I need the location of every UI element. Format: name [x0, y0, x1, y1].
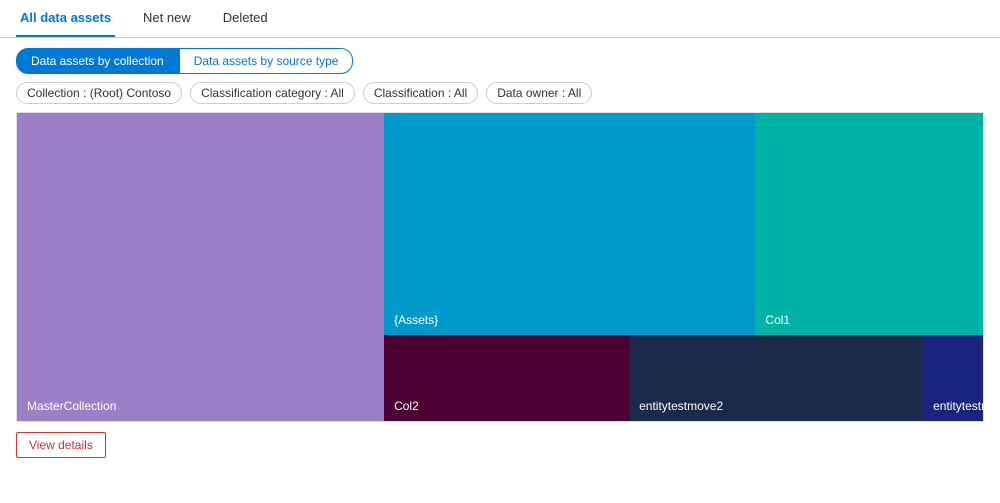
top-tab-bar: All data assets Net new Deleted: [0, 0, 1000, 38]
filter-chip-data-owner[interactable]: Data owner : All: [486, 82, 592, 104]
treemap-right-section: {Assets} Col1 Col2 entitytestmove2 entit…: [384, 113, 983, 421]
treemap-bottom-right: Col2 entitytestmove2 entitytestmov...: [384, 335, 983, 421]
toggle-by-source-type[interactable]: Data assets by source type: [179, 48, 354, 74]
view-toggle: Data assets by collection Data assets by…: [16, 48, 984, 74]
treemap-label-mastercollection: MasterCollection: [27, 399, 116, 413]
treemap-label-entitytestmov: entitytestmov...: [933, 399, 984, 413]
treemap-block-assets[interactable]: {Assets}: [384, 113, 755, 335]
filter-section: Data assets by collection Data assets by…: [0, 38, 1000, 112]
treemap-chart: MasterCollection {Assets} Col1 Col2 enti…: [16, 112, 984, 422]
filter-chips: Collection : (Root) Contoso Classificati…: [16, 82, 984, 104]
tab-net-new[interactable]: Net new: [139, 0, 195, 37]
treemap-inner: MasterCollection {Assets} Col1 Col2 enti…: [17, 113, 983, 421]
treemap-top-right: {Assets} Col1: [384, 113, 983, 335]
treemap-label-entitytestmove2: entitytestmove2: [639, 399, 723, 413]
treemap-block-col1[interactable]: Col1: [755, 113, 983, 335]
treemap-label-assets: {Assets}: [394, 313, 438, 327]
treemap-block-entitytestmove2[interactable]: entitytestmove2: [629, 335, 923, 421]
filter-chip-classification[interactable]: Classification : All: [363, 82, 478, 104]
treemap-block-mastercollection[interactable]: MasterCollection: [17, 113, 384, 421]
treemap-label-col2: Col2: [394, 399, 419, 413]
toggle-by-collection[interactable]: Data assets by collection: [16, 48, 179, 74]
treemap-label-col1: Col1: [765, 313, 790, 327]
view-details-button[interactable]: View details: [16, 432, 106, 458]
treemap-block-col2[interactable]: Col2: [384, 335, 629, 421]
filter-chip-collection[interactable]: Collection : (Root) Contoso: [16, 82, 182, 104]
treemap-block-entitytestmov[interactable]: entitytestmov...: [923, 335, 983, 421]
tab-deleted[interactable]: Deleted: [219, 0, 272, 37]
tab-all-data-assets[interactable]: All data assets: [16, 0, 115, 37]
view-details-section: View details: [0, 422, 1000, 468]
filter-chip-classification-category[interactable]: Classification category : All: [190, 82, 355, 104]
